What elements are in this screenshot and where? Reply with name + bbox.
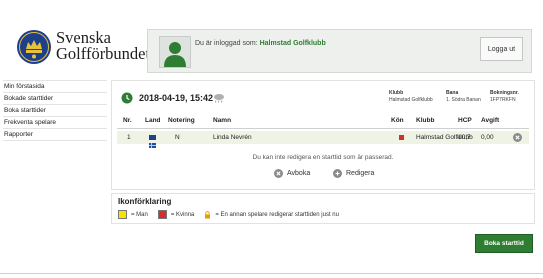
cancel-icon: [274, 169, 283, 178]
sidebar-item-min-forstasida[interactable]: Min förstasida: [3, 80, 107, 93]
col-avgift: Avgift: [481, 117, 500, 124]
sidebar-item-bokade-starttider[interactable]: Bokade starttider: [3, 93, 107, 105]
sidebar-item-frekventa-spelare[interactable]: Frekventa spelare: [3, 117, 107, 129]
edit-label: Redigera: [346, 170, 375, 177]
legend-title: Ikonförklaring: [118, 197, 172, 206]
row-hcp: 10,7: [458, 134, 471, 141]
col-land: Land: [145, 117, 161, 124]
booking-number-label: Bokningsnr.: [490, 90, 519, 96]
icon-legend: Ikonförklaring = Man = Kvinna = En annan…: [111, 193, 535, 224]
col-notering: Notering: [168, 117, 195, 124]
sgf-logo[interactable]: Svenska Golfförbundet: [16, 29, 150, 69]
row-avgift: 0,00: [481, 134, 494, 141]
female-color-icon: [157, 210, 167, 219]
cancel-label: Avboka: [287, 170, 311, 177]
user-icon: [164, 42, 186, 67]
footer-divider: [0, 273, 543, 274]
sidebar-item-boka-starttider[interactable]: Boka starttider: [3, 105, 107, 117]
brand-line-2: Golfförbundet: [56, 44, 151, 63]
table-header-divider: [117, 128, 529, 129]
login-panel: Du är inloggad som: Halmstad Golfklubb L…: [147, 29, 532, 73]
col-hcp: HCP: [458, 117, 472, 124]
remove-player-icon[interactable]: [513, 133, 522, 142]
col-klubb: Klubb: [416, 117, 435, 124]
row-namn: Linda Nevrén: [213, 134, 252, 141]
lock-icon: [205, 210, 211, 218]
legend-woman: = Kvinna: [170, 211, 195, 218]
cancel-booking-button[interactable]: Avboka: [274, 169, 310, 178]
sweden-flag-icon: [149, 135, 156, 148]
course-value: 1. Södra Banan: [446, 97, 481, 103]
book-tee-time-button[interactable]: Boka starttid: [475, 234, 533, 253]
legend-items: = Man = Kvinna = En annan spelare redige…: [118, 210, 339, 219]
booking-number-value: 1FP7RKFN: [490, 97, 516, 103]
edit-icon: [333, 169, 342, 178]
col-nr: Nr.: [123, 117, 132, 124]
course-label: Bana: [446, 90, 459, 96]
legend-man: = Man: [131, 211, 148, 218]
booking-details: 2018-04-19, 15:42 Klubb Halmstad Golfklu…: [111, 80, 535, 190]
row-nr: 1: [127, 134, 131, 141]
club-label: Klubb: [389, 90, 404, 96]
logout-button[interactable]: Logga ut: [480, 37, 523, 61]
clock-icon: [121, 92, 133, 104]
club-value: Halmstad Golfklubb: [389, 97, 433, 103]
weather-icon: [214, 94, 224, 103]
male-color-icon: [118, 210, 127, 219]
col-kon: Kön: [391, 117, 404, 124]
edit-booking-button[interactable]: Redigera: [333, 169, 374, 178]
sidebar: Min förstasida Bokade starttider Boka st…: [3, 80, 107, 141]
row-notering: N: [175, 134, 180, 141]
female-icon: [399, 135, 404, 140]
login-status: Du är inloggad som: Halmstad Golfklubb: [195, 40, 326, 47]
legend-lock: = En annan spelare redigerar starttiden …: [215, 211, 339, 218]
sidebar-item-rapporter[interactable]: Rapporter: [3, 129, 107, 141]
logged-in-club: Halmstad Golfklubb: [259, 40, 326, 47]
avatar: [159, 36, 191, 68]
col-namn: Namn: [213, 117, 232, 124]
crown-crest-icon: [17, 30, 51, 64]
login-text: Du är inloggad som:: [195, 40, 258, 47]
brand-name: Svenska Golfförbundet: [56, 29, 151, 63]
edit-notice: Du kan inte redigera en starttid som är …: [252, 154, 394, 161]
booking-datetime: 2018-04-19, 15:42: [139, 93, 214, 103]
